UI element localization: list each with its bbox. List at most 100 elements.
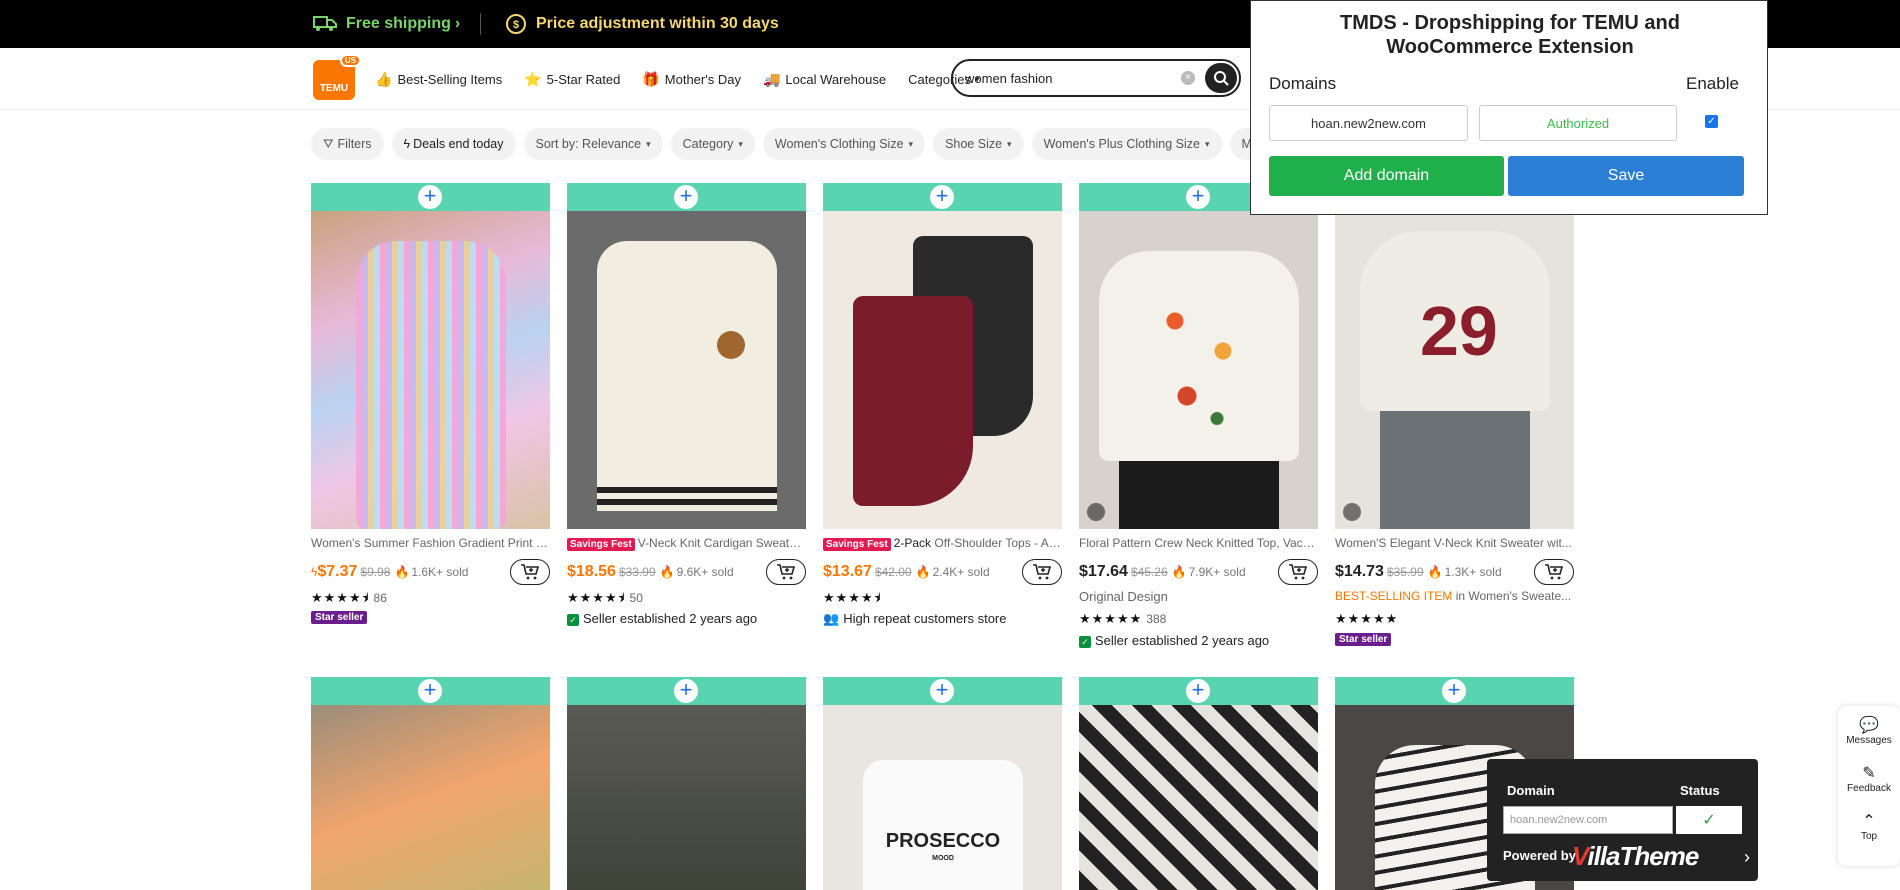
brand-rest: illaTheme (1587, 841, 1699, 871)
rating-count: 388 (1146, 612, 1167, 626)
add-to-cart-button[interactable] (1022, 559, 1062, 585)
nav-mothers-day[interactable]: 🎁 Mother's Day (642, 71, 741, 88)
search-icon (1214, 71, 1229, 86)
check-icon: ✓ (1676, 806, 1742, 834)
old-price: $35.99 (1386, 565, 1424, 579)
sold-count: 1.3K+ sold (1444, 565, 1502, 579)
sold-count: 1.6K+ sold (411, 565, 469, 579)
star-badge-icon: ⭐ (524, 70, 542, 87)
truck-icon: 🚚 (762, 70, 781, 87)
product-card[interactable]: + (311, 677, 550, 890)
womens-size-chip[interactable]: Women's Clothing Size ▾ (762, 128, 926, 160)
nav-local-warehouse[interactable]: 🚚 Local Warehouse (763, 71, 886, 88)
add-product-icon[interactable]: + (418, 185, 442, 209)
product-image[interactable] (567, 705, 806, 890)
search-button[interactable] (1205, 63, 1237, 93)
video-icon[interactable] (1343, 503, 1361, 521)
add-product-icon[interactable]: + (1186, 679, 1210, 703)
product-title[interactable]: Savings Fest V-Neck Knit Cardigan Sweater… (567, 536, 806, 552)
number-print: 29 (1420, 292, 1498, 370)
category-chip[interactable]: Category ▾ (670, 128, 755, 160)
free-shipping-link[interactable]: Free shipping › (313, 0, 460, 48)
product-title[interactable]: Savings Fest 2-Pack Off-Shoulder Tops - A… (823, 536, 1062, 552)
product-card[interactable]: + Savings Fest V-Neck Knit Cardigan Sweat… (567, 183, 806, 629)
red-top-shape (853, 296, 973, 506)
search-box: × (951, 59, 1241, 97)
add-product-icon[interactable]: + (1186, 185, 1210, 209)
chevron-down-icon: ▾ (1204, 138, 1210, 149)
shoe-size-chip[interactable]: Shoe Size ▾ (933, 128, 1024, 160)
import-bar: + (823, 183, 1062, 211)
filter-icon: ⛛ (323, 136, 334, 151)
nav-five-star[interactable]: ⭐ 5-Star Rated (524, 71, 620, 88)
product-card[interactable]: + Women's Summer Fashion Gradient Print … (311, 183, 550, 625)
search-input[interactable] (965, 70, 1165, 86)
nav-best-selling[interactable]: 👍 Best-Selling Items (375, 71, 502, 88)
add-to-cart-button[interactable] (766, 559, 806, 585)
bear-patch (717, 331, 745, 359)
add-to-cart-button[interactable] (1534, 559, 1574, 585)
product-title[interactable]: Women'S Elegant V-Neck Knit Sweater wit.… (1335, 536, 1574, 552)
product-image[interactable] (1079, 705, 1318, 890)
save-button[interactable]: Save (1508, 156, 1744, 196)
product-card[interactable]: + Floral Pattern Crew Neck Knitted Top, … (1079, 183, 1318, 651)
temu-logo[interactable]: TEMU US (313, 54, 361, 100)
price-row: $17.64 $45.26 🔥 7.9K+ sold (1079, 559, 1318, 585)
product-image[interactable]: 29 (1335, 211, 1574, 529)
product-image[interactable] (311, 211, 550, 529)
back-to-top-button[interactable]: ⌃ Top (1838, 802, 1900, 850)
product-image[interactable] (1079, 211, 1318, 529)
chevron-right-icon: › (454, 15, 461, 32)
domain-field[interactable]: hoan.new2new.com (1269, 105, 1468, 141)
enable-checkbox[interactable]: ✓ (1705, 115, 1718, 128)
messages-button[interactable]: 💬 Messages (1838, 706, 1900, 754)
import-bar: + (823, 677, 1062, 705)
sort-chip[interactable]: Sort by: Relevance ▾ (523, 128, 663, 160)
stars-icon: ★★★★★ (1079, 611, 1143, 626)
product-card[interactable]: + Savings Fest 2-Pack Off-Shoulder Tops -… (823, 183, 1062, 629)
savings-fest-badge: Savings Fest (823, 538, 891, 551)
product-card[interactable]: + PROSECCO MOOD (823, 677, 1062, 890)
add-product-icon[interactable]: + (418, 679, 442, 703)
flame-icon: 🔥 (394, 565, 410, 579)
flame-icon: 🔥 (659, 565, 675, 579)
top-label: Top (1860, 830, 1878, 842)
chevron-right-icon[interactable]: › (1744, 847, 1750, 868)
product-card[interactable]: + (567, 677, 806, 890)
chip-label: Shoe Size (945, 137, 1003, 151)
product-image[interactable] (567, 211, 806, 529)
product-title[interactable]: Women's Summer Fashion Gradient Print S.… (311, 536, 550, 552)
deals-chip[interactable]: ϟ Deals end today (391, 128, 516, 160)
video-icon[interactable] (1087, 503, 1105, 521)
sold-count: 2.4K+ sold (932, 565, 990, 579)
filters-chip[interactable]: ⛛ Filters (311, 128, 384, 160)
region-badge: US (339, 54, 361, 67)
domain-status-popup: Domain Status hoan.new2new.com ✓ Powered… (1487, 759, 1758, 881)
add-to-cart-button[interactable] (1278, 559, 1318, 585)
domains-label: Domains (1269, 74, 1337, 93)
title-line-1: TMDS - Dropshipping for TEMU and (1340, 12, 1680, 34)
stars-icon: ★★★★⯨ (567, 590, 626, 605)
villatheme-logo[interactable]: VillaTheme (1572, 841, 1699, 872)
product-title[interactable]: Floral Pattern Crew Neck Knitted Top, Va… (1079, 536, 1318, 552)
thumbs-up-icon: 👍 (375, 70, 393, 87)
chevron-down-icon: ▾ (1007, 138, 1012, 149)
product-image[interactable]: PROSECCO MOOD (823, 705, 1062, 890)
add-domain-button[interactable]: Add domain (1269, 156, 1504, 196)
womens-plus-size-chip[interactable]: Women's Plus Clothing Size ▾ (1031, 128, 1222, 160)
product-card[interactable]: + (1079, 677, 1318, 890)
chat-icon: 💬 (1859, 716, 1879, 734)
rating: ★★★★⯨ (823, 589, 1062, 607)
product-card[interactable]: + 29 Women'S Elegant V-Neck Knit Sweater… (1335, 183, 1574, 647)
add-product-icon[interactable]: + (930, 679, 954, 703)
product-image[interactable] (823, 211, 1062, 529)
add-to-cart-button[interactable] (510, 559, 550, 585)
product-image[interactable] (311, 705, 550, 890)
add-product-icon[interactable]: + (930, 185, 954, 209)
add-product-icon[interactable]: + (674, 185, 698, 209)
clear-icon[interactable]: × (1181, 71, 1195, 85)
add-product-icon[interactable]: + (674, 679, 698, 703)
add-product-icon[interactable]: + (1442, 679, 1466, 703)
price-adjust-link[interactable]: $ Price adjustment within 30 days (505, 0, 779, 48)
feedback-button[interactable]: ✎ Feedback (1838, 754, 1900, 802)
